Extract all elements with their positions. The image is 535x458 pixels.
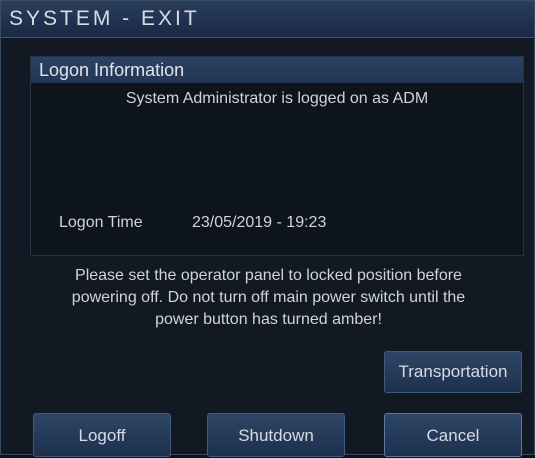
logon-time-label: Logon Time <box>59 214 143 231</box>
logon-panel-title: Logon Information <box>39 60 185 80</box>
transportation-button[interactable]: Transportation <box>384 351 522 393</box>
dialog-title: SYSTEM - EXIT <box>9 7 200 30</box>
logged-on-message: System Administrator is logged on as ADM <box>125 90 429 107</box>
power-off-warning: Please set the operator panel to locked … <box>11 265 526 331</box>
logon-time-value: 23/05/2019 - 19:23 <box>192 214 327 231</box>
warning-line-3: power button has turned amber! <box>155 311 382 328</box>
logon-information-panel: Logon Information System Administrator i… <box>30 56 524 256</box>
warning-line-1: Please set the operator panel to locked … <box>75 267 462 284</box>
warning-line-2: powering off. Do not turn off main power… <box>71 289 466 306</box>
system-exit-dialog: SYSTEM - EXIT Logon Information System A… <box>0 0 535 457</box>
title-bar: SYSTEM - EXIT <box>1 1 534 38</box>
cancel-button[interactable]: Cancel <box>384 413 522 457</box>
logon-panel-header: Logon Information <box>31 57 523 83</box>
shutdown-button[interactable]: Shutdown <box>207 413 345 457</box>
logoff-button[interactable]: Logoff <box>33 413 171 457</box>
